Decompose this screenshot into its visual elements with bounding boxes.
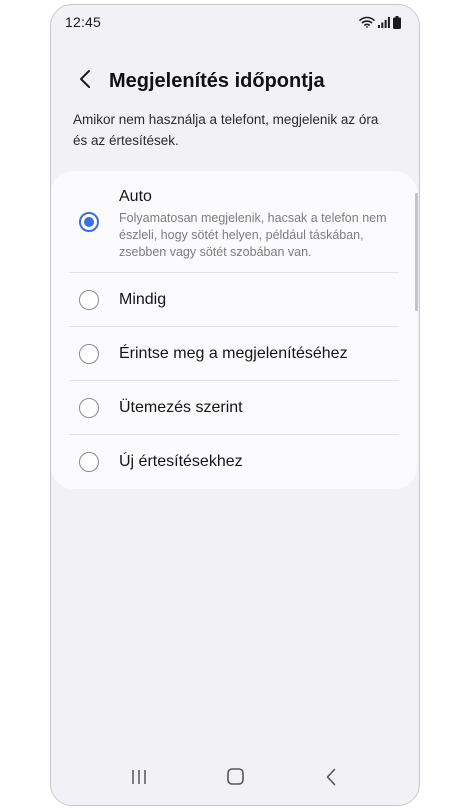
home-button[interactable] — [210, 761, 260, 797]
option-label: Ütemezés szerint — [119, 398, 243, 416]
option-label: Új értesítésekhez — [119, 453, 243, 470]
phone-screen: 12:45 Megjelenítés időpontja Amikor nem … — [50, 4, 420, 806]
recents-button[interactable] — [114, 761, 164, 797]
back-button[interactable] — [65, 61, 105, 101]
option-label: Érintse meg a megjelenítéséhez — [119, 344, 348, 362]
nav-back-button[interactable] — [306, 761, 356, 797]
option-description: Folyamatosan megjelenik, hacsak a telefo… — [119, 211, 387, 259]
signal-icon — [378, 16, 390, 28]
option-label: Mindig — [119, 290, 167, 308]
status-bar: 12:45 — [51, 5, 419, 39]
page-title: Megjelenítés időpontja — [109, 69, 325, 92]
battery-icon — [393, 15, 401, 29]
back-arrow-icon — [79, 69, 91, 94]
option-tap-to-show[interactable]: Érintse meg a megjelenítéséhez — [69, 327, 399, 381]
radio-icon[interactable] — [79, 452, 99, 472]
nav-back-icon — [326, 768, 336, 791]
wifi-icon — [359, 16, 375, 28]
radio-icon[interactable] — [79, 397, 99, 418]
option-scheduled[interactable]: Ütemezés szerint — [69, 381, 399, 435]
radio-icon[interactable] — [79, 343, 99, 364]
status-icons — [359, 15, 401, 29]
status-time: 12:45 — [65, 14, 102, 30]
radio-icon[interactable] — [79, 289, 99, 310]
option-new-notifications[interactable]: Új értesítésekhez — [69, 435, 399, 489]
scrollbar[interactable] — [415, 193, 418, 311]
home-icon — [226, 768, 244, 790]
navigation-bar — [51, 753, 419, 805]
option-always[interactable]: Mindig — [69, 273, 399, 327]
page-description: Amikor nem használja a telefont, megjele… — [73, 112, 379, 148]
radio-selected-icon[interactable] — [79, 212, 99, 232]
option-auto[interactable]: Auto Folyamatosan megjelenik, hacsak a t… — [69, 171, 399, 273]
header: Megjelenítés időpontja — [51, 61, 419, 101]
option-label: Auto — [119, 188, 152, 205]
options-card: Auto Folyamatosan megjelenik, hacsak a t… — [51, 171, 417, 489]
recents-icon — [131, 769, 147, 790]
